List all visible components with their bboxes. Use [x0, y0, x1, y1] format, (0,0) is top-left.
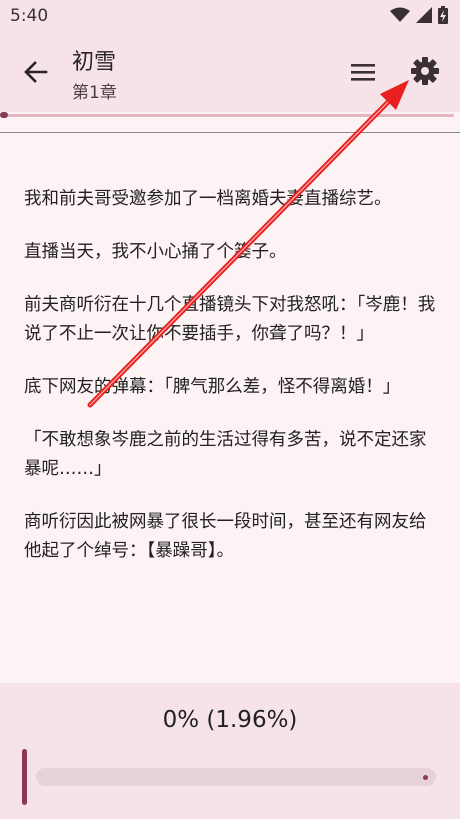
status-icons [390, 6, 448, 24]
progress-panel: 0% (1.96%) [0, 683, 460, 819]
chapter-title: 第1章 [72, 83, 117, 103]
chapter-progress-slider[interactable] [36, 768, 436, 786]
slider-end-dot [423, 775, 428, 780]
back-button[interactable] [20, 56, 52, 88]
battery-charging-icon [438, 6, 448, 24]
menu-icon [351, 64, 375, 81]
paragraph: 「不敢想象岑鹿之前的生活过得有多苦，说不定还家暴呢……」 [24, 430, 427, 479]
book-title: 初雪 [72, 50, 117, 75]
chapter-content: 我和前夫哥受邀参加了一档离婚夫妻直播综艺。 直播当天，我不小心捅了个篓子。 前夫… [24, 185, 442, 590]
paragraph: 商听衍因此被网暴了很长一段时间，甚至还有网友给他起了个绰号：【暴躁哥】。 [24, 512, 427, 561]
reading-progress-indicator [0, 112, 8, 118]
status-bar: 5:40 [0, 0, 460, 32]
app-bar: 初雪 第1章 [0, 32, 460, 112]
status-time: 5:40 [10, 6, 49, 26]
arrow-back-icon [24, 61, 48, 83]
slider-start-marker [22, 749, 27, 805]
gear-icon [411, 57, 439, 85]
header-divider [0, 132, 460, 133]
paragraph: 我和前夫哥受邀参加了一档离婚夫妻直播综艺。 [24, 189, 392, 209]
reading-progress-track [6, 114, 454, 117]
settings-button[interactable] [408, 54, 442, 88]
wifi-icon [390, 7, 410, 22]
paragraph: 前夫商听衍在十几个直播镜头下对我怒吼：「岑鹿！我说了不止一次让你不要插手，你聋了… [24, 295, 436, 344]
signal-icon [416, 7, 432, 23]
menu-button[interactable] [347, 56, 379, 88]
paragraph: 直播当天，我不小心捅了个篓子。 [24, 242, 287, 262]
paragraph: 底下网友的弹幕：「脾气那么差，怪不得离婚！」 [24, 377, 401, 397]
progress-percent-label: 0% (1.96%) [162, 707, 298, 733]
reading-progress-bar [0, 112, 460, 120]
